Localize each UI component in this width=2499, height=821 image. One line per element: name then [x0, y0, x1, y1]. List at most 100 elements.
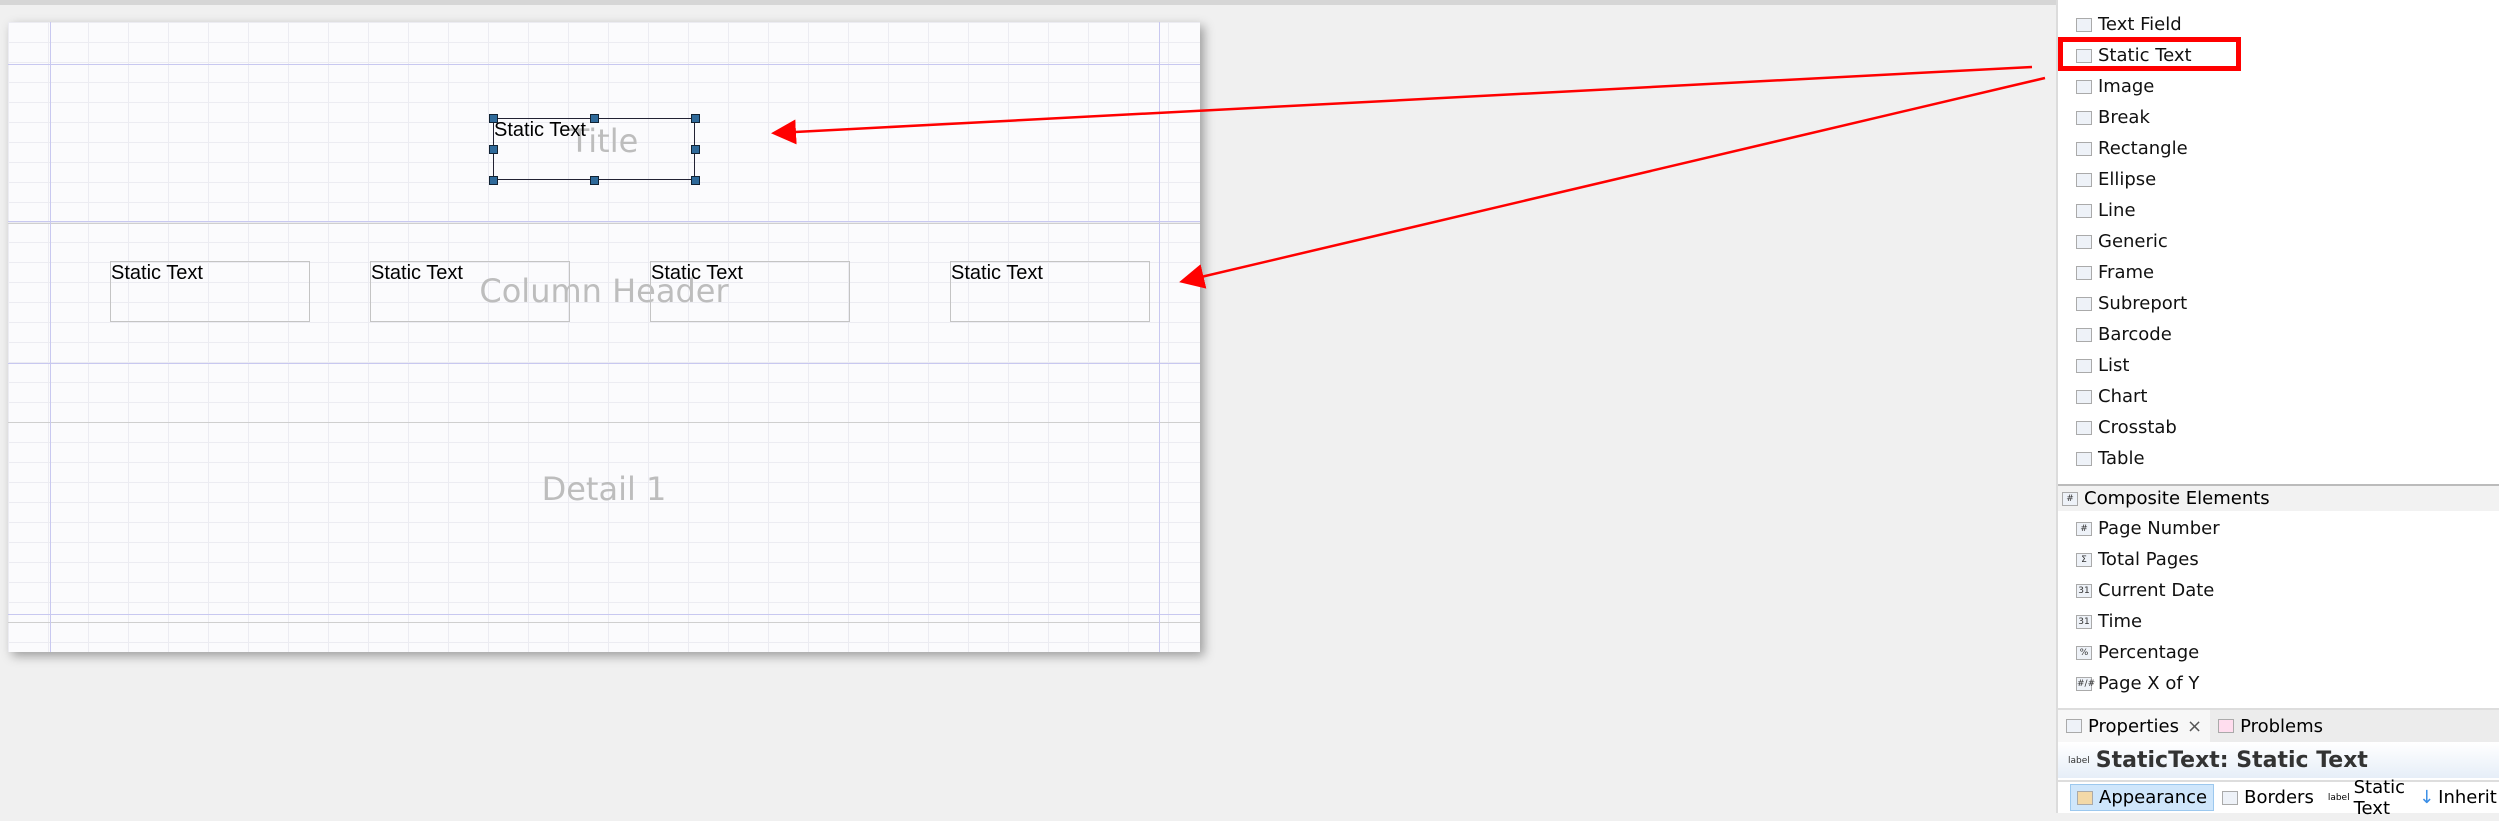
subtab-inherit[interactable]: ↓ Inherit	[2413, 785, 2499, 810]
composite-item-icon: #/#	[2076, 676, 2096, 691]
subtab-static-text[interactable]: label Static Text	[2322, 775, 2411, 821]
palette-item-table[interactable]: Table	[2076, 443, 2145, 474]
arrow-to-column-header	[1179, 76, 2046, 289]
subtab-label: Inherit	[2438, 787, 2497, 808]
table-icon	[2076, 451, 2092, 466]
margin-line-left	[50, 22, 51, 652]
resize-handle[interactable]	[691, 145, 700, 154]
label-icon: label	[2068, 755, 2090, 766]
palette-item-label: Break	[2098, 107, 2150, 128]
tab-properties[interactable]: Properties ×	[2058, 710, 2211, 742]
palette-item-text-field[interactable]: Text Field	[2076, 9, 2182, 40]
composite-icon: #	[2062, 491, 2078, 506]
palette-item-label: Text Field	[2098, 14, 2182, 35]
properties-title-text: StaticText: Static Text	[2095, 748, 2368, 773]
palette-item-label: Ellipse	[2098, 169, 2157, 190]
palette-item-total-pages[interactable]: Σ Total Pages	[2076, 544, 2199, 575]
appearance-icon	[2077, 790, 2093, 805]
rectangle-icon	[2076, 141, 2092, 156]
list-icon	[2076, 358, 2092, 373]
column-static-text-1[interactable]: Static Text	[110, 261, 310, 322]
tab-problems-label: Problems	[2240, 715, 2324, 737]
problems-icon	[2218, 719, 2235, 733]
palette-item-barcode[interactable]: Barcode	[2076, 319, 2172, 350]
column-static-text-3[interactable]: Static Text	[650, 261, 850, 322]
composite-elements-header[interactable]: # Composite Elements	[2058, 484, 2499, 511]
palette-item-image[interactable]: Image	[2076, 71, 2154, 102]
palette-item-label: Generic	[2098, 231, 2168, 252]
subtab-label: Appearance	[2099, 787, 2208, 808]
close-icon[interactable]: ×	[2187, 716, 2202, 737]
palette-item-page-x-of-y[interactable]: #/# Page X of Y	[2076, 668, 2199, 699]
palette-item-label: Page Number	[2098, 518, 2220, 539]
palette-item-label: Page X of Y	[2098, 673, 2200, 694]
resize-handle[interactable]	[489, 176, 498, 185]
composite-header-label: Composite Elements	[2084, 488, 2270, 509]
palette-item-label: Crosstab	[2098, 417, 2177, 438]
palette-item-line[interactable]: Line	[2076, 195, 2136, 226]
view-tab-bar: Properties × Problems	[2058, 708, 2499, 742]
subtab-borders[interactable]: Borders	[2216, 785, 2320, 810]
crosstab-icon	[2076, 420, 2092, 435]
composite-item-icon: #	[2076, 521, 2092, 536]
image-icon	[2076, 79, 2092, 94]
margin-line-top	[8, 64, 1200, 65]
palette-item-percentage[interactable]: % Percentage	[2076, 637, 2199, 668]
palette-item-label: Table	[2098, 448, 2145, 469]
palette-item-crosstab[interactable]: Crosstab	[2076, 412, 2177, 443]
palette-item-current-date[interactable]: 31 Current Date	[2076, 575, 2214, 606]
palette-item-break[interactable]: Break	[2076, 102, 2150, 133]
ellipse-icon	[2076, 172, 2092, 187]
title-static-text-selected[interactable]: Static Text	[493, 118, 695, 180]
resize-handle[interactable]	[590, 176, 599, 185]
properties-icon	[2066, 719, 2082, 733]
palette-item-frame[interactable]: Frame	[2076, 257, 2154, 288]
label-icon: label	[2327, 792, 2350, 803]
palette-item-label: Current Date	[2098, 580, 2215, 601]
text-field-icon	[2076, 17, 2092, 32]
palette-item-label: Chart	[2098, 386, 2148, 407]
palette-item-label: Barcode	[2098, 324, 2172, 345]
band-line-column-header	[8, 363, 1200, 364]
resize-handle[interactable]	[590, 114, 599, 123]
band-divider-detail	[8, 622, 1200, 623]
composite-item-icon: 31	[2076, 614, 2092, 629]
palette-item-label: Frame	[2098, 262, 2155, 283]
palette-item-list[interactable]: List	[2076, 350, 2129, 381]
subreport-icon	[2076, 296, 2092, 311]
palette-item-generic[interactable]: Generic	[2076, 226, 2168, 257]
frame-icon	[2076, 265, 2092, 280]
subtab-appearance[interactable]: Appearance	[2070, 784, 2215, 811]
column-static-text-4[interactable]: Static Text	[950, 261, 1150, 322]
composite-item-icon: %	[2076, 645, 2092, 660]
break-icon	[2076, 110, 2092, 125]
highlight-box-static-text	[2058, 37, 2241, 71]
palette-item-page-number[interactable]: # Page Number	[2076, 513, 2220, 544]
resize-handle[interactable]	[489, 145, 498, 154]
palette-item-label: Line	[2098, 200, 2136, 221]
palette-item-chart[interactable]: Chart	[2076, 381, 2147, 412]
band-line-detail	[8, 614, 1200, 615]
resize-handle[interactable]	[691, 114, 700, 123]
palette-item-label: List	[2098, 355, 2130, 376]
resize-handle[interactable]	[489, 114, 498, 123]
palette-item-label: Time	[2098, 611, 2143, 632]
tab-problems[interactable]: Problems	[2210, 710, 2331, 742]
properties-title: label StaticText: Static Text	[2058, 743, 2499, 778]
composite-item-icon: Σ	[2076, 552, 2092, 567]
tab-properties-label: Properties	[2088, 715, 2179, 737]
palette-item-ellipse[interactable]: Ellipse	[2076, 164, 2156, 195]
report-canvas[interactable]: Title Column Header Detail 1 Static Text…	[8, 22, 1200, 652]
barcode-icon	[2076, 327, 2092, 342]
resize-handle[interactable]	[691, 176, 700, 185]
band-line-title	[8, 221, 1200, 222]
palette-item-rectangle[interactable]: Rectangle	[2076, 133, 2188, 164]
palette-item-label: Subreport	[2098, 293, 2188, 314]
column-static-text-2[interactable]: Static Text	[370, 261, 570, 322]
palette-item-subreport[interactable]: Subreport	[2076, 288, 2187, 319]
line-icon	[2076, 203, 2092, 218]
composite-item-icon: 31	[2076, 583, 2092, 598]
properties-subtabs: Appearance Borders label Static Text ↓ Inh…	[2058, 777, 2499, 819]
palette-item-time[interactable]: 31 Time	[2076, 606, 2142, 637]
band-divider-column-header	[8, 422, 1200, 423]
